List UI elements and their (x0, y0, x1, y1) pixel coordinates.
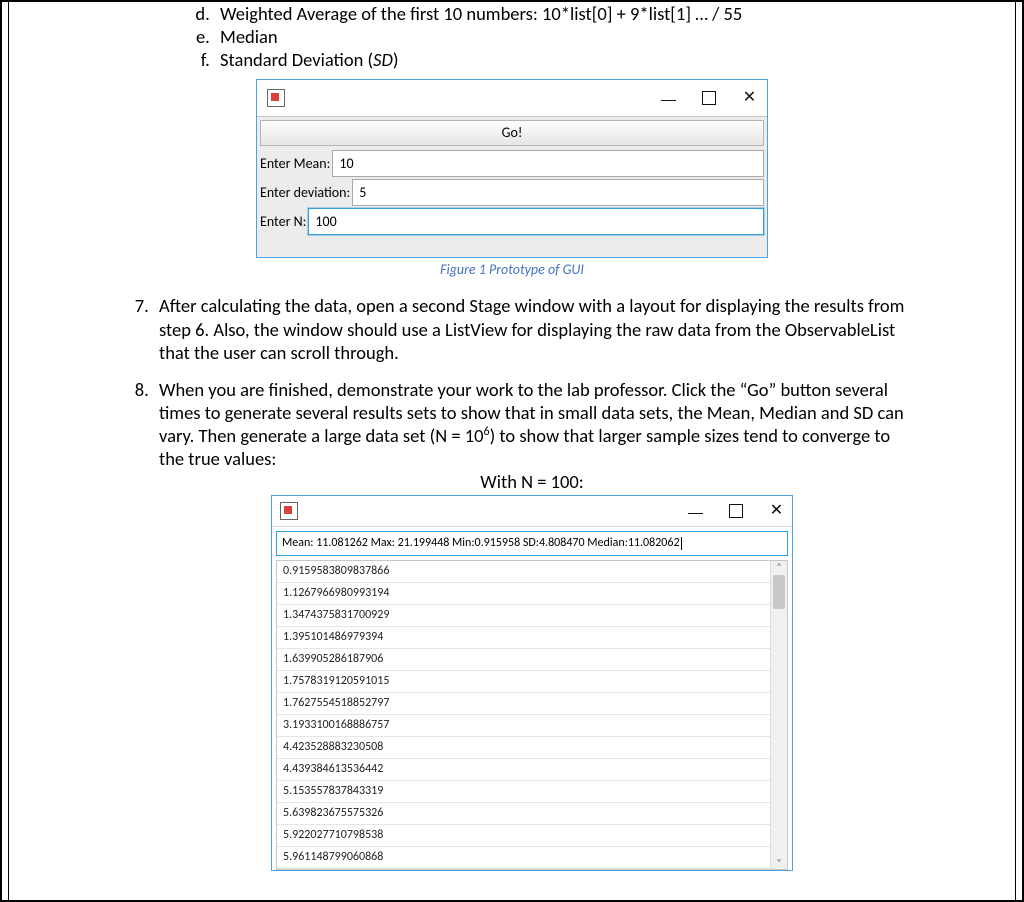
li-f-pre: Standard Deviation ( (220, 48, 373, 71)
mean-input[interactable]: 10 (332, 150, 764, 177)
maximize-icon[interactable] (729, 504, 743, 518)
gui-window-1: ✕ Go! Enter Mean: 10 Enter deviation: 5 (256, 79, 768, 258)
go-button[interactable]: Go! (260, 120, 764, 146)
step-8: When you are finished, demonstrate your … (153, 378, 905, 872)
figure-1-caption: Figure 1 Prototype of GUI (119, 261, 905, 279)
list-item[interactable]: 0.9159583809837866 (277, 561, 771, 583)
scroll-thumb[interactable] (773, 575, 785, 609)
gui-window-2: ✕ Mean: 11.081262 Max: 21.199448 Min:0.9… (271, 495, 793, 871)
summary-field[interactable]: Mean: 11.081262 Max: 21.199448 Min:0.915… (276, 531, 788, 556)
list-item[interactable]: 1.7627554518852797 (277, 693, 771, 715)
deviation-input[interactable]: 5 (352, 179, 764, 206)
text-caret-icon (681, 537, 682, 550)
close-icon[interactable]: ✕ (769, 503, 784, 519)
list-item[interactable]: 1.3474375831700929 (277, 605, 771, 627)
n-input[interactable]: 100 (308, 208, 764, 235)
titlebar[interactable]: ✕ (257, 80, 767, 117)
li-f-sd: SD (373, 48, 393, 71)
mean-label: Enter Mean: (260, 155, 330, 173)
list-item-d: Weighted Average of the first 10 numbers… (214, 2, 905, 25)
scrollbar[interactable]: ˄ ˅ (770, 561, 787, 869)
list-item[interactable]: 4.439384613536442 (277, 759, 771, 781)
with-n-label: With N = 100: (159, 470, 905, 493)
list-item[interactable]: 1.395101486979394 (277, 627, 771, 649)
deviation-label: Enter deviation: (260, 184, 350, 202)
list-item[interactable]: 5.961148799060868 (277, 847, 771, 869)
n-label: Enter N: (260, 213, 306, 231)
minimize-icon[interactable] (688, 513, 703, 514)
summary-text: Mean: 11.081262 Max: 21.199448 Min:0.915… (282, 536, 680, 550)
li-f-post: ) (393, 48, 399, 71)
list-item[interactable]: 5.639823675575326 (277, 803, 771, 825)
minimize-icon[interactable] (661, 100, 676, 101)
titlebar-2[interactable]: ✕ (272, 496, 792, 527)
maximize-icon[interactable] (702, 91, 716, 105)
list-item-f: Standard Deviation (SD) (214, 48, 905, 71)
list-item[interactable]: 3.1933100168886757 (277, 715, 771, 737)
app-icon (267, 89, 285, 107)
list-item[interactable]: 5.922027710798538 (277, 825, 771, 847)
list-item[interactable]: 5.153557837843319 (277, 781, 771, 803)
list-item[interactable]: 1.7578319120591015 (277, 671, 771, 693)
close-icon[interactable]: ✕ (742, 90, 757, 106)
list-item[interactable]: 1.1267966980993194 (277, 583, 771, 605)
listview[interactable]: 0.91595838098378661.12679669809931941.34… (276, 560, 788, 870)
scroll-up-icon[interactable]: ˄ (771, 561, 787, 573)
scroll-down-icon[interactable]: ˅ (771, 857, 787, 869)
step-7: After calculating the data, open a secon… (153, 294, 905, 363)
app-icon (280, 502, 298, 520)
list-item[interactable]: 1.639905286187906 (277, 649, 771, 671)
list-item-e: Median (214, 25, 905, 48)
list-item[interactable]: 4.423528883230508 (277, 737, 771, 759)
